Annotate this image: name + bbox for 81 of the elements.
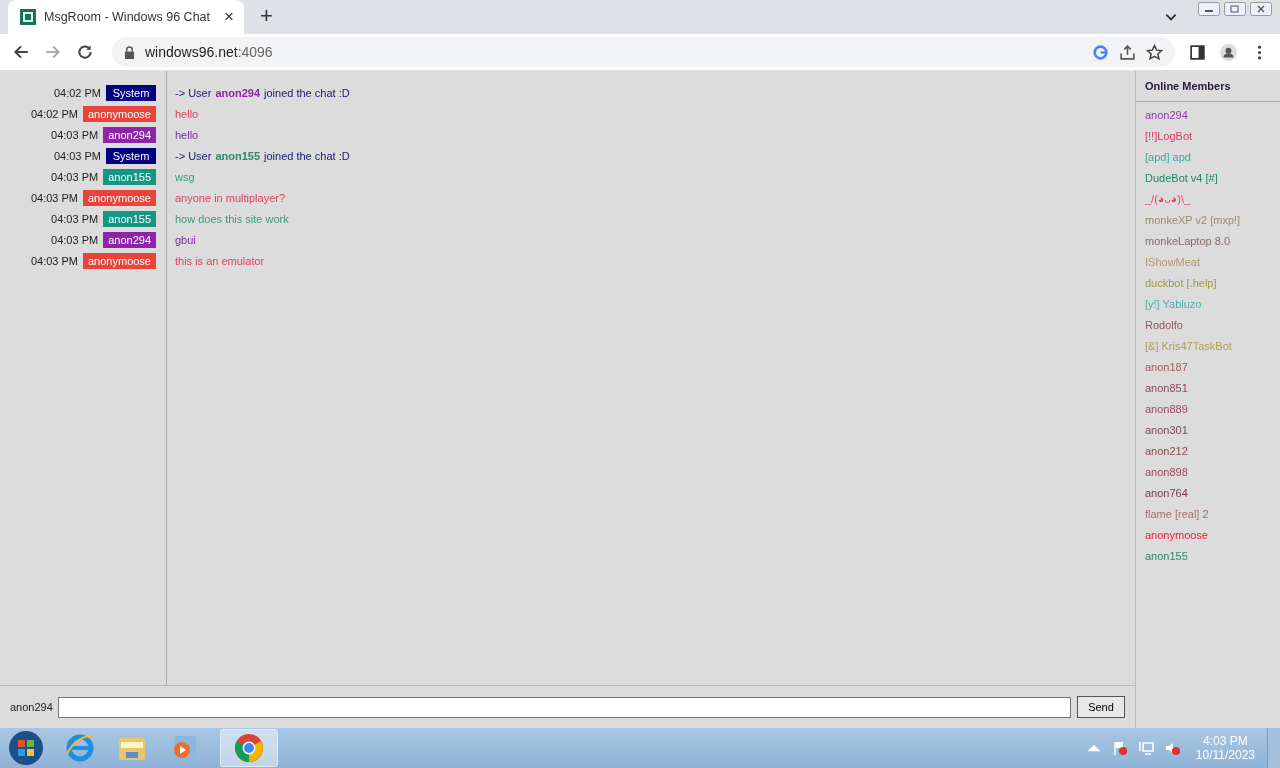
message-text: -> User: [175, 86, 212, 99]
message-time: 04:03 PM: [53, 149, 101, 162]
username-badge: anonymoose: [83, 252, 156, 269]
back-icon[interactable]: [12, 43, 30, 61]
username-badge: anon294: [103, 231, 156, 248]
close-tab-button[interactable]: ×: [224, 7, 234, 27]
start-button[interactable]: [8, 730, 44, 766]
current-username: anon294: [10, 701, 53, 713]
member-name[interactable]: anon898: [1136, 462, 1280, 483]
url-text: windows96.net:4096: [145, 44, 273, 60]
chrome-taskbar-button[interactable]: [220, 729, 278, 767]
message-time: 04:03 PM: [30, 254, 78, 267]
message-time: 04:03 PM: [30, 191, 78, 204]
tab-title: MsgRoom - Windows 96 Chat: [44, 10, 212, 24]
message-time: 04:03 PM: [51, 128, 99, 141]
message-time: 04:03 PM: [51, 233, 99, 246]
clock-time: 4:03 PM: [1203, 734, 1248, 748]
member-name[interactable]: IShowMeat: [1136, 252, 1280, 273]
profile-icon[interactable]: [1220, 43, 1237, 61]
message-text: wsg: [175, 170, 195, 183]
username-badge: anonymoose: [83, 189, 156, 206]
message-text: -> User: [175, 149, 212, 162]
browser-tab[interactable]: MsgRoom - Windows 96 Chat ×: [8, 0, 244, 34]
member-name[interactable]: anonymoose: [1136, 525, 1280, 546]
user-mention: anon294: [215, 86, 260, 99]
message-time: 04:03 PM: [51, 212, 99, 225]
message-time: 04:03 PM: [51, 170, 99, 183]
username-badge: anon155: [103, 210, 156, 227]
member-name[interactable]: [&] Kris47TaskBot: [1136, 336, 1280, 357]
member-name[interactable]: anon212: [1136, 441, 1280, 462]
member-name[interactable]: _/(◕ᴗ◕)\_: [1136, 189, 1280, 210]
reload-icon[interactable]: [76, 43, 94, 61]
side-panel-icon[interactable]: [1189, 43, 1206, 61]
star-icon[interactable]: [1146, 43, 1163, 61]
new-tab-button[interactable]: +: [260, 3, 273, 29]
message-text: how does this site work: [175, 212, 289, 225]
message-time: 04:02 PM: [30, 107, 78, 120]
username-badge: anon294: [103, 126, 156, 143]
member-name[interactable]: monkeXP v2 [mxp!]: [1136, 210, 1280, 231]
member-name[interactable]: anon764: [1136, 483, 1280, 504]
member-name[interactable]: anon889: [1136, 399, 1280, 420]
member-name[interactable]: anon851: [1136, 378, 1280, 399]
clock-date: 10/11/2023: [1195, 748, 1255, 762]
member-name[interactable]: flame [real] 2: [1136, 504, 1280, 525]
site-icon: [20, 9, 36, 25]
user-mention: anon155: [215, 149, 260, 162]
member-name[interactable]: anon294: [1136, 105, 1280, 126]
message-text: gbui: [175, 233, 196, 246]
lock-icon: [124, 45, 135, 59]
member-name[interactable]: duckbot [.help]: [1136, 273, 1280, 294]
username-badge: anon155: [103, 168, 156, 185]
member-name[interactable]: anon301: [1136, 420, 1280, 441]
message-text: this is an emulator: [175, 254, 265, 267]
google-icon[interactable]: [1092, 43, 1109, 61]
username-badge: anonymoose: [83, 105, 156, 122]
share-icon[interactable]: [1119, 43, 1136, 61]
message-input[interactable]: [57, 696, 1071, 718]
clock[interactable]: 4:03 PM 10/11/2023: [1195, 734, 1255, 762]
speaker-muted-icon[interactable]: [1163, 740, 1180, 756]
chrome-icon: [233, 732, 265, 764]
username-badge: System: [106, 84, 156, 101]
flag-icon[interactable]: [1111, 740, 1128, 756]
member-name[interactable]: [apd] apd: [1136, 147, 1280, 168]
address-bar[interactable]: windows96.net:4096: [112, 37, 1175, 67]
username-badge: System: [106, 147, 156, 164]
message-text: hello: [175, 128, 199, 141]
member-name[interactable]: Rodolfo: [1136, 315, 1280, 336]
close-icon[interactable]: [1250, 2, 1272, 16]
member-name[interactable]: anon187: [1136, 357, 1280, 378]
member-name[interactable]: [!!]LogBot: [1136, 126, 1280, 147]
member-name[interactable]: anon155: [1136, 546, 1280, 567]
message-text: anyone in multiplayer?: [175, 191, 286, 204]
minimize-icon[interactable]: [1198, 2, 1220, 16]
member-name[interactable]: DudeBot v4 [#]: [1136, 168, 1280, 189]
send-button[interactable]: Send: [1077, 696, 1125, 718]
message-text: joined the chat :D: [264, 86, 350, 99]
message-text: hello: [175, 107, 199, 120]
member-name[interactable]: monkeLaptop 8.0: [1136, 231, 1280, 252]
message-text: joined the chat :D: [264, 149, 350, 162]
message-time: 04:02 PM: [53, 86, 101, 99]
members-heading: Online Members: [1136, 71, 1280, 102]
